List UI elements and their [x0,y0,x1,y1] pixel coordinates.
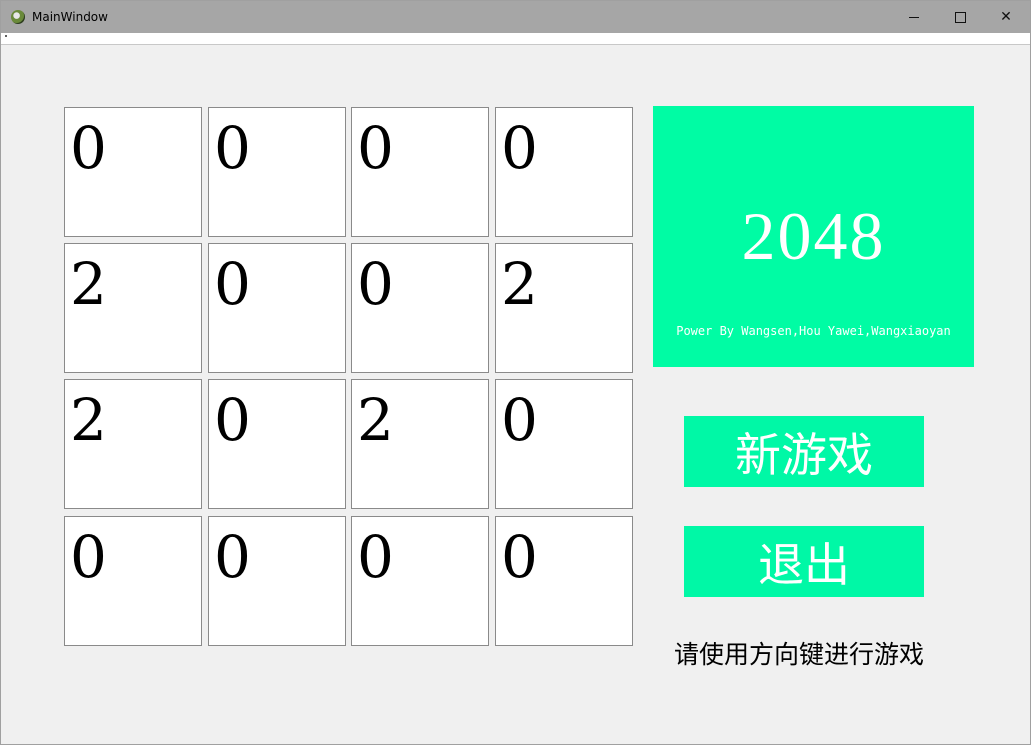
instructions-text: 请使用方向键进行游戏 [674,640,925,669]
minimize-icon [909,16,919,18]
quit-button[interactable]: 退出 [684,526,924,597]
cell-value: 0 [357,250,394,318]
window-title: MainWindow [32,10,108,24]
cell-value: 2 [70,250,107,318]
cell-value: 0 [214,114,251,182]
cell-value: 0 [501,386,538,454]
game-board: 0 0 0 0 2 0 0 2 2 0 2 0 0 0 0 0 [64,107,634,647]
maximize-icon [954,11,966,23]
board-cell: 0 [208,516,346,646]
board-cell: 0 [351,243,489,373]
app-icon [11,10,25,24]
board-cell: 0 [495,516,633,646]
menu-grip [5,35,7,37]
minimize-button[interactable] [891,1,937,33]
new-game-button[interactable]: 新游戏 [684,416,924,487]
credits-text: Power By Wangsen,Hou Yawei,Wangxiaoyan [676,324,951,338]
cell-value: 0 [501,523,538,591]
game-title: 2048 [741,198,886,274]
board-cell: 2 [495,243,633,373]
menu-bar [1,33,1030,45]
cell-value: 2 [357,386,394,454]
board-cell: 0 [64,107,202,237]
close-icon: ✕ [1000,9,1012,25]
board-cell: 2 [64,379,202,509]
cell-value: 0 [501,114,538,182]
board-cell: 0 [495,107,633,237]
cell-value: 0 [214,523,251,591]
main-window: MainWindow ✕ 0 0 0 0 2 0 0 2 2 0 2 0 0 0… [0,0,1031,745]
cell-value: 0 [70,114,107,182]
maximize-button[interactable] [937,1,983,33]
cell-value: 0 [70,523,107,591]
title-bar[interactable]: MainWindow ✕ [1,1,1030,33]
cell-value: 2 [501,250,538,318]
close-button[interactable]: ✕ [983,1,1029,33]
board-cell: 2 [351,379,489,509]
board-cell: 0 [495,379,633,509]
cell-value: 0 [357,523,394,591]
cell-value: 0 [214,250,251,318]
board-cell: 0 [208,243,346,373]
board-cell: 0 [351,107,489,237]
cell-value: 0 [214,386,251,454]
cell-value: 2 [70,386,107,454]
title-panel: 2048 Power By Wangsen,Hou Yawei,Wangxiao… [653,106,974,367]
board-cell: 0 [351,516,489,646]
board-cell: 0 [208,379,346,509]
cell-value: 0 [357,114,394,182]
board-cell: 0 [64,516,202,646]
board-cell: 0 [208,107,346,237]
board-cell: 2 [64,243,202,373]
